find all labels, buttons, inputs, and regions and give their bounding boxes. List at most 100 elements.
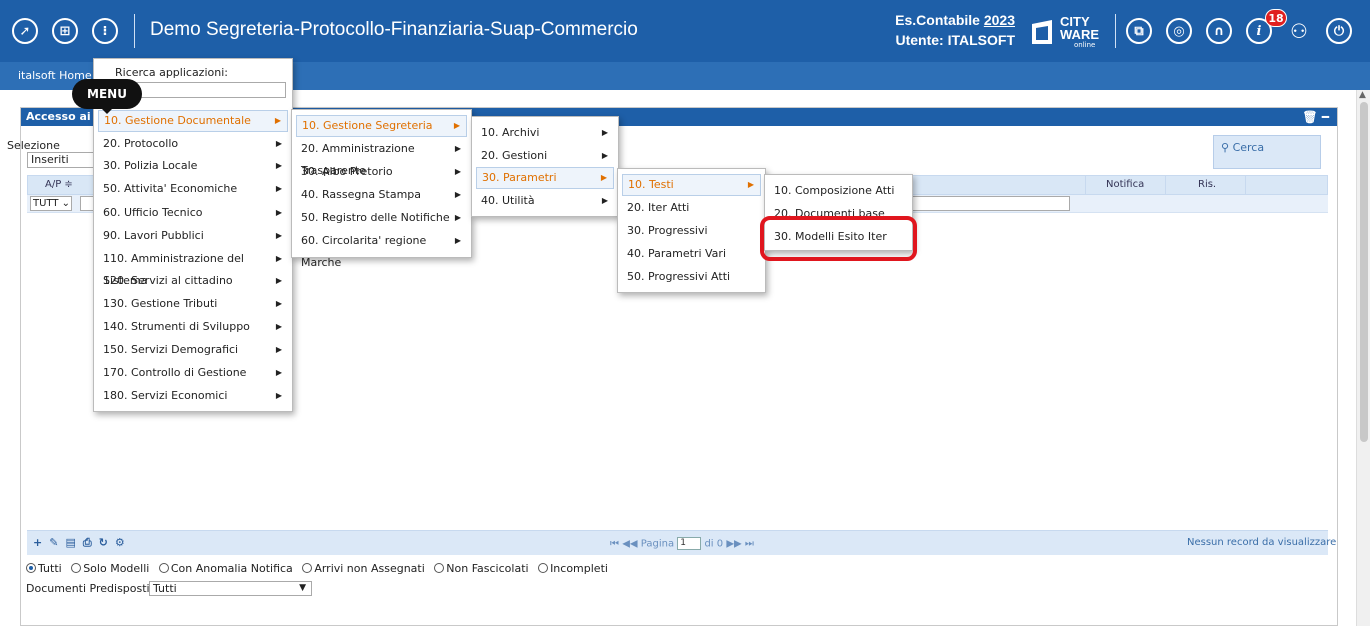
cityware-logo: CITY WARE online — [1030, 14, 1110, 49]
next-page-icon[interactable]: ▶▶ — [726, 539, 741, 550]
menu4-item[interactable]: 50. Progressivi Atti — [622, 266, 761, 288]
menu1-item[interactable]: 130. Gestione Tributi ▶ — [98, 293, 288, 315]
radio-dot[interactable] — [71, 563, 82, 573]
menu2-item[interactable]: 60. Circolarita' regione Marche ▶ — [296, 230, 467, 269]
menu1-item[interactable]: 170. Controllo di Gestione ▶ — [98, 362, 288, 384]
logo-sub: online — [1074, 41, 1096, 49]
radio-dot[interactable] — [302, 563, 313, 573]
power-icon[interactable]: ⏻ — [1326, 18, 1352, 44]
search-icon: ⚲ — [1221, 141, 1230, 154]
pager: ⏮ ◀◀ Pagina 1 di 0 ▶▶ ⏭ — [610, 537, 754, 550]
radio-dot[interactable] — [434, 563, 445, 573]
filter-radios: Tutti Solo Modelli Con Anomalia Notifica… — [26, 562, 614, 575]
panel-title: Accesso ai p — [26, 110, 103, 123]
menu3-item[interactable]: 30. Parametri ▶ — [476, 167, 614, 189]
last-page-icon[interactable]: ⏭ — [745, 539, 754, 550]
radio-dot[interactable] — [538, 563, 549, 573]
col-ap[interactable]: A/P ≑ — [45, 179, 73, 190]
page-input[interactable]: 1 — [677, 537, 702, 550]
prev-page-icon[interactable]: ◀◀ — [622, 539, 637, 550]
refresh-icon[interactable]: ↻ — [99, 536, 115, 549]
windows-icon[interactable]: ⧉ — [1126, 18, 1152, 44]
notification-badge[interactable]: 18 — [1265, 9, 1287, 27]
radio-dot[interactable] — [26, 563, 36, 573]
radio-solo-modelli[interactable]: Solo Modelli — [71, 562, 149, 575]
page-of: di 0 — [704, 538, 724, 550]
menu1-item[interactable]: 120. Servizi al cittadino ▶ — [98, 270, 288, 292]
user-icon[interactable]: ⚇ — [1286, 18, 1312, 44]
menu1-item[interactable]: 50. Attivita' Economiche ▶ — [98, 178, 288, 200]
cerca-label: Cerca — [1232, 141, 1265, 154]
radio-anomalia[interactable]: Con Anomalia Notifica — [158, 562, 293, 575]
scroll-up-icon[interactable]: ▲ — [1359, 90, 1366, 100]
logo-line2: WARE — [1060, 27, 1099, 42]
menu2-item[interactable]: 40. Rassegna Stampa ▶ — [296, 184, 467, 206]
first-page-icon[interactable]: ⏮ — [610, 539, 619, 550]
selezione-label: Selezione — [7, 139, 60, 152]
radio-dot[interactable] — [158, 563, 169, 573]
menu-tooltip: MENU — [72, 79, 142, 114]
rocket-icon[interactable]: ➚ — [12, 18, 38, 44]
add-icon[interactable]: + — [33, 536, 49, 549]
chevron-down-icon: ▼ — [299, 583, 306, 593]
apps-icon[interactable]: ⊞ — [52, 18, 78, 44]
edit-icon[interactable]: ✎ — [49, 536, 65, 549]
export-icon[interactable]: ▤ — [65, 536, 82, 549]
fiscal-info: Es.Contabile 2023 Utente: ITALSOFT — [870, 10, 1015, 50]
ricerca-label: Ricerca applicazioni: — [115, 66, 228, 79]
menu1-item[interactable]: 110. Amministrazione del Sistema ▶ — [98, 248, 288, 287]
settings-icon[interactable]: ⚙ — [115, 536, 132, 549]
footer-toolbar[interactable]: +✎▤⎙↻⚙ — [33, 536, 132, 550]
menu3-item[interactable]: 40. Utilità ▶ — [476, 190, 614, 212]
menu2-item[interactable]: 20. Amministrazione Trasparente ▶ — [296, 138, 467, 177]
menu4-item[interactable]: 30. Progressivi — [622, 220, 761, 242]
menu1-item[interactable]: 60. Ufficio Tecnico ▶ — [98, 202, 288, 224]
menu5-item[interactable]: 10. Composizione Atti — [769, 180, 908, 202]
menu1-item[interactable]: 140. Strumenti di Sviluppo ▶ — [98, 316, 288, 338]
menu1-item[interactable]: 150. Servizi Demografici ▶ — [98, 339, 288, 361]
scroll-thumb[interactable] — [1360, 102, 1368, 442]
predisposti-select[interactable]: Tutti ▼ — [149, 581, 312, 596]
menu-level-4: 10. Testi ▶ 20. Iter Atti 30. Progressivi… — [617, 168, 766, 293]
menu1-item[interactable]: 30. Polizia Locale ▶ — [98, 155, 288, 177]
radio-tutti[interactable]: Tutti — [26, 562, 62, 575]
selezione-select[interactable]: Inseriti — [27, 152, 97, 168]
menu4-item[interactable]: 40. Parametri Vari — [622, 243, 761, 265]
menu1-item[interactable]: 20. Protocollo ▶ — [98, 133, 288, 155]
radio-incompleti[interactable]: Incompleti — [538, 562, 608, 575]
info-circle-icon[interactable]: ⁝ — [92, 18, 118, 44]
menu-level-2: 10. Gestione Segreteria ▶ 20. Amministraz… — [291, 109, 472, 269]
menu2-item[interactable]: 10. Gestione Segreteria ▶ — [296, 115, 467, 137]
col-notifica[interactable]: Notifica — [1106, 179, 1144, 190]
menu3-item[interactable]: 10. Archivi ▶ — [476, 122, 614, 144]
headset-icon[interactable]: ∩ — [1206, 18, 1232, 44]
help-book-icon[interactable]: ◎ — [1166, 18, 1192, 44]
page-scrollbar[interactable]: ▲ — [1356, 90, 1370, 626]
menu1-item[interactable]: 180. Servizi Economici ▶ — [98, 385, 288, 407]
menu1-item[interactable]: 10. Gestione Documentale ▶ — [98, 110, 288, 132]
es-year[interactable]: 2023 — [984, 12, 1015, 28]
menu-level-3: 10. Archivi ▶ 20. Gestioni ▶ 30. Parametri… — [471, 116, 619, 217]
app-title: Demo Segreteria-Protocollo-Finanziaria-S… — [150, 19, 638, 40]
cerca-button[interactable]: ⚲ Cerca — [1213, 135, 1321, 169]
panel-controls[interactable]: 🗑 ━ — [1302, 108, 1329, 126]
menu2-item[interactable]: 50. Registro delle Notifiche ▶ — [296, 207, 467, 229]
header-divider — [134, 14, 135, 48]
ap-filter-select[interactable]: TUTT ⌄ — [30, 196, 72, 211]
top-header: ➚ ⊞ ⁝ Demo Segreteria-Protocollo-Finanzi… — [0, 0, 1370, 62]
radio-arrivi[interactable]: Arrivi non Assegnati — [302, 562, 425, 575]
highlight-box — [760, 216, 917, 261]
menu2-item[interactable]: 30. Albo Pretorio ▶ — [296, 161, 467, 183]
menu3-item[interactable]: 20. Gestioni ▶ — [476, 145, 614, 167]
col-ris[interactable]: Ris. — [1198, 179, 1216, 190]
print-icon[interactable]: ⎙ — [83, 536, 99, 549]
menu1-item[interactable]: 90. Lavori Pubblici ▶ — [98, 225, 288, 247]
menu4-item[interactable]: 10. Testi ▶ — [622, 174, 761, 196]
utente-label: Utente: ITALSOFT — [895, 32, 1015, 48]
menu-level-1: 10. Gestione Documentale ▶ 20. Protocollo… — [93, 58, 293, 412]
pagina-label: Pagina — [640, 538, 675, 550]
header-divider-2 — [1115, 14, 1116, 48]
radio-non-fascicolati[interactable]: Non Fascicolati — [434, 562, 529, 575]
menu4-item[interactable]: 20. Iter Atti — [622, 197, 761, 219]
predisposti-label: Documenti Predisposti — [26, 582, 150, 595]
